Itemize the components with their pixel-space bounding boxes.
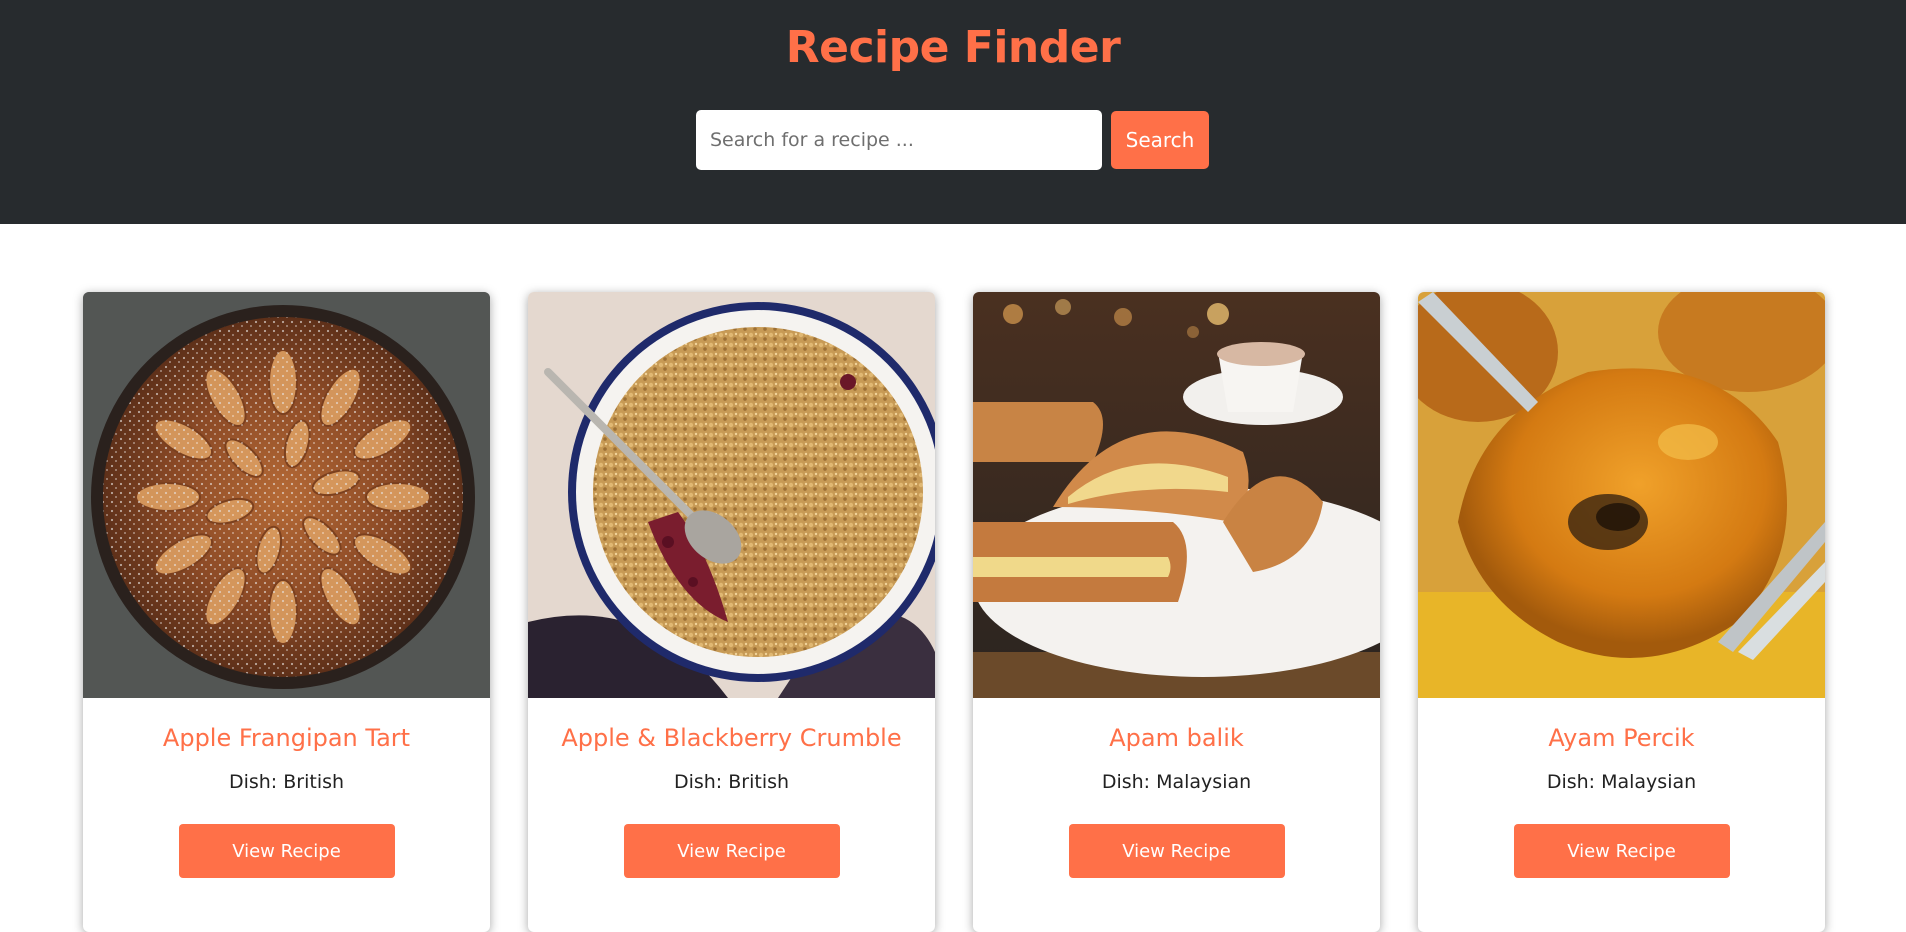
view-recipe-button[interactable]: View Recipe <box>623 824 840 878</box>
recipe-card: Apple Frangipan Tart Dish: British View … <box>83 292 490 932</box>
recipe-image[interactable] <box>528 292 935 698</box>
app-title: Recipe Finder <box>785 22 1121 73</box>
recipe-dish: Dish: Malaysian <box>1546 771 1697 793</box>
recipe-title: Apple Frangipan Tart <box>162 724 411 752</box>
recipe-title: Apam balik <box>1109 724 1244 752</box>
search-button[interactable]: Search <box>1111 111 1209 169</box>
recipe-dish: Dish: British <box>228 771 345 793</box>
header: Recipe Finder Search <box>0 0 1906 224</box>
recipe-grid: Apple Frangipan Tart Dish: British View … <box>83 292 1825 932</box>
recipe-image[interactable] <box>973 292 1380 698</box>
recipe-title: Apple & Blackberry Crumble <box>561 724 902 752</box>
recipe-dish: Dish: British <box>673 771 790 793</box>
recipe-card: Apam balik Dish: Malaysian View Recipe <box>973 292 1380 932</box>
search-input[interactable] <box>696 110 1102 170</box>
view-recipe-button[interactable]: View Recipe <box>178 824 395 878</box>
recipe-card: Apple & Blackberry Crumble Dish: British… <box>528 292 935 932</box>
recipe-card: Ayam Percik Dish: Malaysian View Recipe <box>1418 292 1825 932</box>
recipe-image[interactable] <box>1418 292 1825 698</box>
view-recipe-button[interactable]: View Recipe <box>1513 824 1730 878</box>
view-recipe-button[interactable]: View Recipe <box>1068 824 1285 878</box>
recipe-title: Ayam Percik <box>1548 724 1695 752</box>
recipe-image[interactable] <box>83 292 490 698</box>
search-bar: Search <box>696 110 1209 170</box>
recipe-dish: Dish: Malaysian <box>1101 771 1252 793</box>
